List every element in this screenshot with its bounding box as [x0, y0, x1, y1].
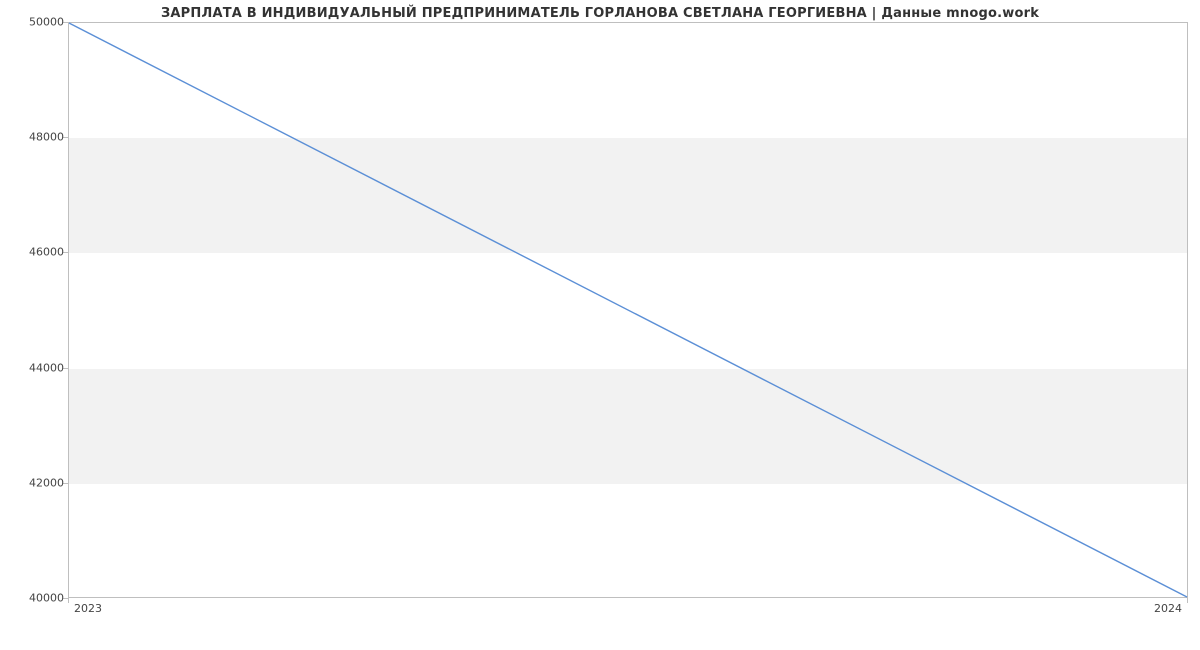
- series-line: [69, 23, 1187, 597]
- y-tick-label: 44000: [8, 361, 64, 374]
- x-tick-label: 2023: [74, 602, 102, 615]
- x-tick: [1187, 598, 1188, 603]
- x-tick: [68, 598, 69, 603]
- chart-title: ЗАРПЛАТА В ИНДИВИДУАЛЬНЫЙ ПРЕДПРИНИМАТЕЛ…: [0, 6, 1200, 21]
- x-tick-label: 2024: [1154, 602, 1182, 615]
- plot-area: [68, 22, 1188, 598]
- y-tick-label: 48000: [8, 131, 64, 144]
- y-tick-label: 40000: [8, 592, 64, 605]
- y-tick-label: 46000: [8, 246, 64, 259]
- y-tick-label: 50000: [8, 16, 64, 29]
- y-tick-label: 42000: [8, 476, 64, 489]
- salary-series-path: [69, 23, 1187, 597]
- salary-line-chart: ЗАРПЛАТА В ИНДИВИДУАЛЬНЫЙ ПРЕДПРИНИМАТЕЛ…: [0, 0, 1200, 650]
